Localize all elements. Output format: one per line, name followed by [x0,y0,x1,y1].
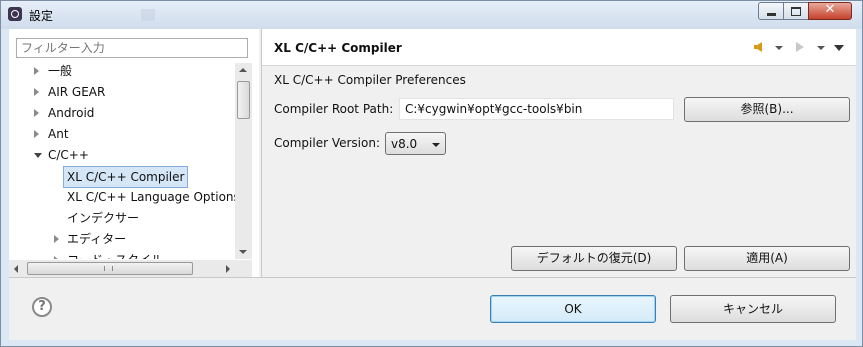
page-title: XL C/C++ Compiler [274,41,402,55]
compiler-version-select[interactable]: v8.0 [385,132,446,155]
scroll-right-arrow-icon[interactable] [226,265,230,273]
tree-item-label: C/C++ [48,148,89,162]
tree-item-label: Android [48,106,95,120]
tree-vertical-scrollbar[interactable] [235,63,252,259]
footer-separator [9,277,856,278]
collapsed-triangle-icon[interactable] [34,130,39,138]
vertical-scroll-thumb[interactable] [237,81,250,119]
back-arrow-icon[interactable] [754,42,762,52]
tree-horizontal-scrollbar[interactable] [9,260,235,277]
tree-item-label: 一般 [48,64,73,78]
preference-page: XL C/C++ Compiler XL C/C++ Compiler Pref… [262,29,856,277]
close-icon: ✕ [824,2,836,17]
collapsed-triangle-icon[interactable] [34,109,39,117]
scroll-left-arrow-icon[interactable] [14,265,18,273]
tree-item-label: エディター [67,232,127,246]
page-description: XL C/C++ Compiler Preferences [274,73,466,87]
toolbar-ghost-icon [141,9,155,21]
title-bar[interactable]: 設定 ✕ [1,1,862,29]
expanded-triangle-icon[interactable] [34,153,42,158]
filter-input[interactable] [16,38,248,58]
minimize-button[interactable] [758,2,784,20]
tree-item-label: Ant [48,127,69,141]
collapsed-triangle-icon[interactable] [54,235,59,243]
cancel-button[interactable]: キャンセル [670,295,836,323]
close-button[interactable]: ✕ [808,2,852,20]
preferences-window: 設定 ✕ 一般 AIR GEAR Android Ant C/C++ XL C/C++ C… [0,0,863,347]
tree-item-label: インデクサー [67,211,140,225]
forward-arrow-icon[interactable] [796,42,804,52]
preference-tree: 一般 AIR GEAR Android Ant C/C++ XL C/C++ Compil… [9,63,235,259]
help-icon[interactable]: ? [32,297,52,317]
collapsed-triangle-icon[interactable] [34,67,39,75]
window-title: 設定 [29,9,54,23]
browse-button[interactable]: 参照(B)... [684,97,850,122]
tree-item-label: XL C/C++ Language Options [67,190,235,204]
forward-history-dropdown-icon[interactable] [817,46,825,50]
horizontal-scroll-thumb[interactable] [27,262,193,275]
tree-item-label: AIR GEAR [48,85,106,99]
eclipse-app-icon [8,7,22,21]
compiler-root-path-field[interactable] [399,98,674,120]
page-header: XL C/C++ Compiler [262,29,856,66]
preference-tree-panel: 一般 AIR GEAR Android Ant C/C++ XL C/C++ Compil… [9,29,259,277]
dialog-body: 一般 AIR GEAR Android Ant C/C++ XL C/C++ Compil… [9,29,856,340]
ok-button[interactable]: OK [490,295,656,323]
scrollbar-corner [235,260,252,277]
collapsed-triangle-icon[interactable] [34,88,39,96]
compiler-root-path-label: Compiler Root Path: [274,102,394,116]
restore-defaults-button[interactable]: デフォルトの復元(D) [511,246,677,271]
scroll-down-arrow-icon[interactable] [239,250,247,254]
collapsed-triangle-icon[interactable] [54,256,59,259]
tree-item-label: XL C/C++ Compiler [63,166,189,188]
view-menu-icon[interactable] [834,45,844,51]
maximize-button[interactable] [783,2,809,20]
compiler-version-value: v8.0 [391,137,418,151]
tree-item-label: コード・スタイル [67,250,163,259]
back-history-dropdown-icon[interactable] [775,46,783,50]
apply-button[interactable]: 適用(A) [684,246,850,271]
compiler-version-label: Compiler Version: [274,136,380,150]
scroll-up-arrow-icon[interactable] [239,68,247,72]
chevron-down-icon [432,143,440,147]
